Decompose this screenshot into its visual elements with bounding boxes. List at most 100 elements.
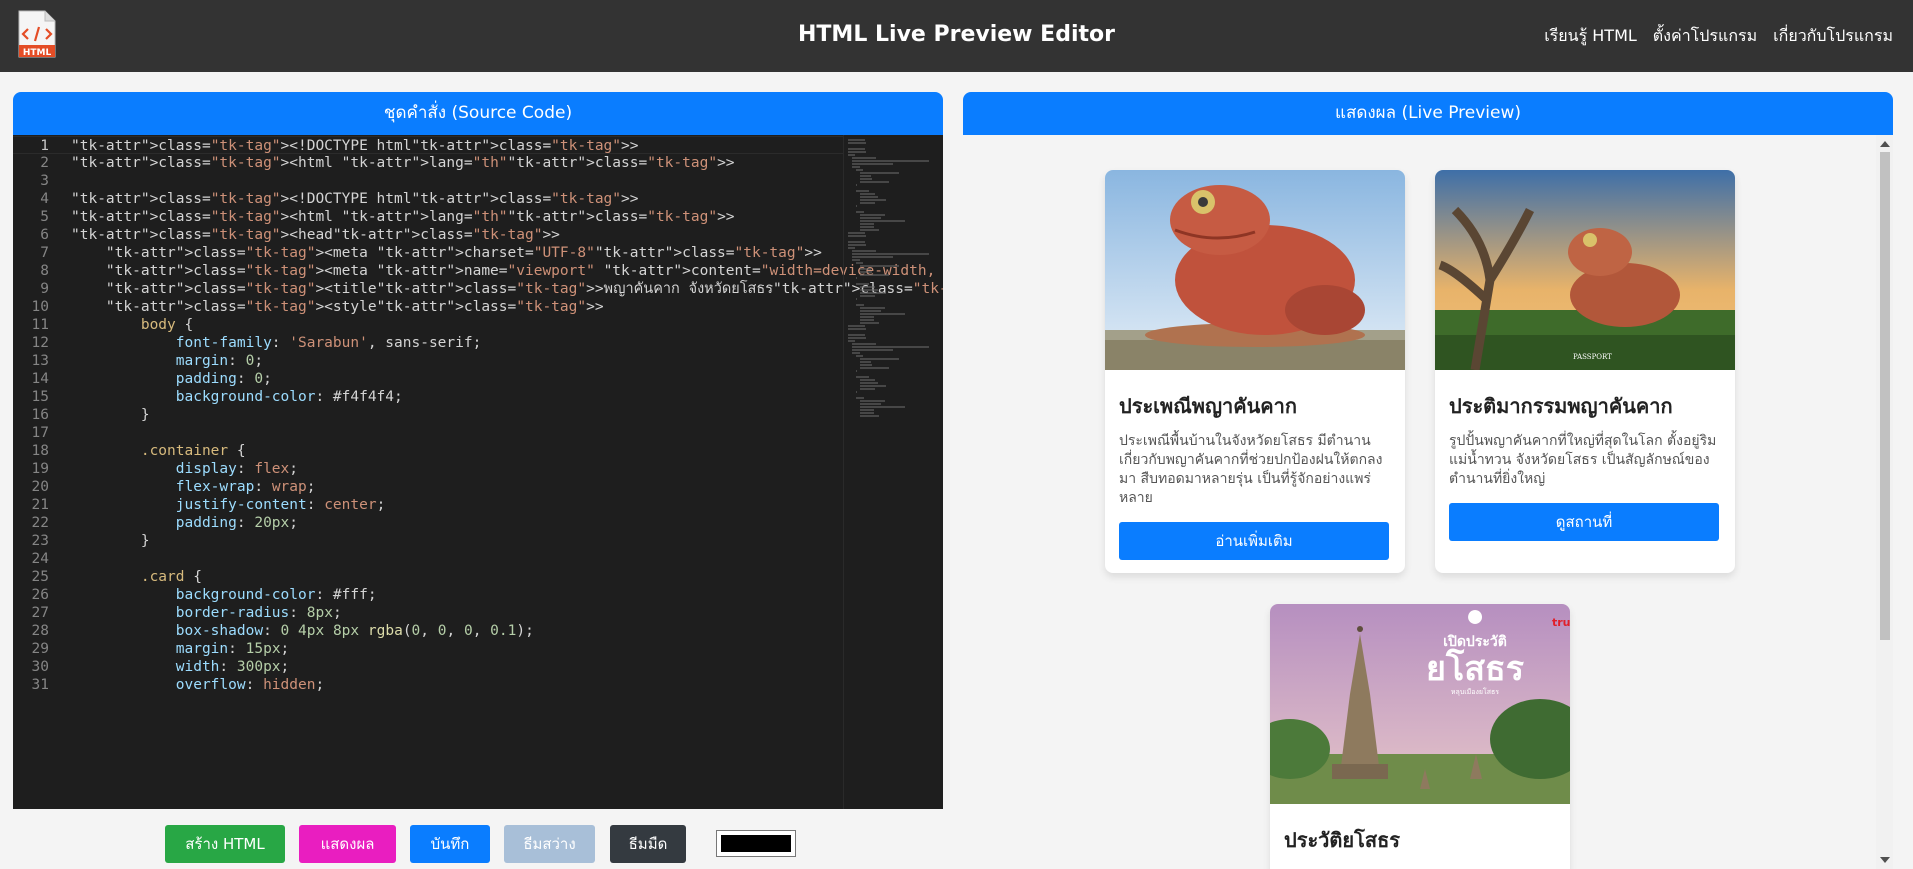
line-number: 26 bbox=[31, 587, 49, 603]
code-line[interactable]: 10 "tk-attr">class="tk-tag"><style"tk-at… bbox=[13, 298, 843, 316]
save-button[interactable]: บันทึก bbox=[410, 825, 490, 863]
code-text: body { bbox=[140, 317, 194, 333]
card-text: ประเพณีพื้นบ้านในจังหวัดยโสธร มีตำนานเกี… bbox=[1119, 433, 1383, 506]
code-line[interactable]: 20 flex-wrap: wrap; bbox=[13, 478, 843, 496]
code-minimap[interactable] bbox=[843, 135, 943, 809]
code-text: "tk-attr">class="tk-tag"><!DOCTYPE html"… bbox=[71, 138, 639, 154]
minimap-line bbox=[860, 307, 886, 309]
code-editor[interactable]: 31 overflow: hidden; 30 width: 300px; 29 m… bbox=[13, 135, 943, 809]
minimap-line bbox=[860, 223, 875, 225]
scroll-down-arrow-icon[interactable] bbox=[1880, 857, 1890, 863]
line-number: 17 bbox=[31, 425, 49, 441]
minimap-line bbox=[860, 415, 879, 417]
selected-color bbox=[721, 835, 791, 852]
card-title: ประติมากรรมพญาคันคาก bbox=[1449, 394, 1673, 418]
read-more-button[interactable]: อ่านเพิ่มเติม bbox=[1119, 522, 1389, 560]
line-number: 22 bbox=[31, 515, 49, 531]
code-line[interactable]: 8 "tk-attr">class="tk-tag"><meta "tk-att… bbox=[13, 262, 935, 280]
view-location-button[interactable]: ดูสถานที่ bbox=[1449, 503, 1719, 541]
minimap-line bbox=[848, 148, 865, 150]
line-number: 1 bbox=[40, 138, 49, 154]
minimap-line bbox=[860, 313, 906, 315]
scroll-thumb[interactable] bbox=[1880, 152, 1890, 640]
code-line[interactable]: 24 bbox=[13, 550, 843, 568]
code-line[interactable]: 31 overflow: hidden; bbox=[13, 676, 843, 694]
code-line[interactable]: 26 background-color: #fff; bbox=[13, 586, 843, 604]
code-line[interactable]: 21 justify-content: center; bbox=[13, 496, 843, 514]
scroll-up-arrow-icon[interactable] bbox=[1880, 141, 1890, 147]
code-line[interactable]: 22 padding: 20px; bbox=[13, 514, 843, 532]
preview-scrollbar[interactable] bbox=[1876, 135, 1893, 869]
line-number: 4 bbox=[40, 191, 49, 207]
minimap-line bbox=[860, 196, 878, 198]
minimap-line bbox=[860, 172, 899, 174]
create-html-button[interactable]: สร้าง HTML bbox=[165, 825, 285, 863]
code-line[interactable]: 4 "tk-attr">class="tk-tag"><!DOCTYPE html… bbox=[13, 190, 843, 208]
minimap-line bbox=[848, 151, 866, 153]
code-line[interactable]: 14 padding: 0; bbox=[13, 370, 843, 388]
light-theme-button[interactable]: ธีมสว่าง bbox=[504, 825, 595, 863]
minimap-line bbox=[848, 232, 865, 234]
line-number: 10 bbox=[31, 299, 49, 315]
minimap-line bbox=[856, 190, 870, 192]
minimap-line bbox=[852, 352, 860, 354]
code-line[interactable]: 11 body { bbox=[13, 316, 843, 334]
minimap-line bbox=[848, 340, 855, 342]
code-line[interactable]: 13 margin: 0; bbox=[13, 352, 843, 370]
minimap-line bbox=[848, 241, 865, 243]
minimap-line bbox=[860, 217, 881, 219]
minimap-line bbox=[848, 334, 865, 336]
minimap-line bbox=[860, 403, 881, 405]
code-line[interactable]: 18 .container { bbox=[13, 442, 843, 460]
code-line[interactable]: 9 "tk-attr">class="tk-tag"><title"tk-att… bbox=[13, 280, 943, 298]
nav-settings[interactable]: ตั้งค่าโปรแกรม bbox=[1653, 24, 1757, 49]
line-number: 28 bbox=[31, 623, 49, 639]
code-line[interactable]: 5 "tk-attr">class="tk-tag"><html "tk-attr… bbox=[13, 208, 843, 226]
code-line[interactable]: 3 bbox=[13, 172, 843, 190]
minimap-line bbox=[860, 364, 873, 366]
line-number: 5 bbox=[40, 209, 49, 225]
dark-theme-button[interactable]: ธีมมืด bbox=[610, 825, 686, 863]
code-line[interactable]: 29 margin: 15px; bbox=[13, 640, 843, 658]
code-line[interactable]: 17 bbox=[13, 424, 843, 442]
line-number: 18 bbox=[31, 443, 49, 459]
code-line[interactable]: 7 "tk-attr">class="tk-tag"><meta "tk-att… bbox=[13, 244, 843, 262]
color-picker[interactable] bbox=[716, 830, 796, 857]
code-line[interactable]: 19 display: flex; bbox=[13, 460, 843, 478]
code-line[interactable]: 27 border-radius: 8px; bbox=[13, 604, 843, 622]
render-preview-button[interactable]: แสดงผล bbox=[299, 825, 396, 863]
nav-learn-html[interactable]: เรียนรู้ HTML bbox=[1544, 24, 1637, 49]
code-line[interactable]: 2 "tk-attr">class="tk-tag"><html "tk-attr… bbox=[13, 154, 843, 172]
code-text: background-color: #f4f4f4; bbox=[175, 389, 403, 405]
code-line[interactable]: 25 .card { bbox=[13, 568, 843, 586]
minimap-line bbox=[860, 229, 879, 231]
minimap-line bbox=[848, 325, 865, 327]
code-text: } bbox=[71, 533, 150, 549]
minimap-line bbox=[860, 199, 887, 201]
code-line[interactable]: 1 "tk-attr">class="tk-tag"><!DOCTYPE html… bbox=[13, 136, 843, 154]
card-title: ประวัติยโสธร bbox=[1284, 828, 1401, 852]
minimap-line bbox=[860, 322, 879, 324]
code-line[interactable]: 23 } bbox=[13, 532, 843, 550]
minimap-line bbox=[860, 406, 906, 408]
card-sculpture: PASSPORT ประติมากรรมพญาคันคาก รูปปั้นพญา… bbox=[1435, 170, 1735, 573]
minimap-line bbox=[860, 388, 876, 390]
code-line[interactable]: 15 background-color: #f4f4f4; bbox=[13, 388, 843, 406]
nav-about[interactable]: เกี่ยวกับโปรแกรม bbox=[1773, 24, 1893, 49]
live-preview-frame[interactable]: ประเพณีพญาคันคาก ประเพณีพื้นบ้านในจังหวั… bbox=[963, 135, 1893, 869]
minimap-line bbox=[852, 157, 877, 159]
minimap-line bbox=[856, 205, 858, 207]
code-line[interactable]: 16 } bbox=[13, 406, 843, 424]
code-line[interactable]: 6 "tk-attr">class="tk-tag"><head"tk-attr"… bbox=[13, 226, 843, 244]
minimap-line bbox=[856, 283, 870, 285]
minimap-line bbox=[856, 169, 863, 171]
minimap-line bbox=[860, 316, 875, 318]
code-line[interactable]: 12 font-family: 'Sarabun', sans-serif; bbox=[13, 334, 843, 352]
minimap-line bbox=[860, 193, 876, 195]
line-number: 7 bbox=[40, 245, 49, 261]
code-text: "tk-attr">class="tk-tag"><html "tk-attr"… bbox=[71, 155, 735, 171]
code-line[interactable]: 28 box-shadow: 0 4px 8px rgba(0, 0, 0, 0… bbox=[13, 622, 843, 640]
code-line[interactable]: 30 width: 300px; bbox=[13, 658, 843, 676]
line-number: 11 bbox=[31, 317, 49, 333]
minimap-line bbox=[852, 349, 893, 351]
